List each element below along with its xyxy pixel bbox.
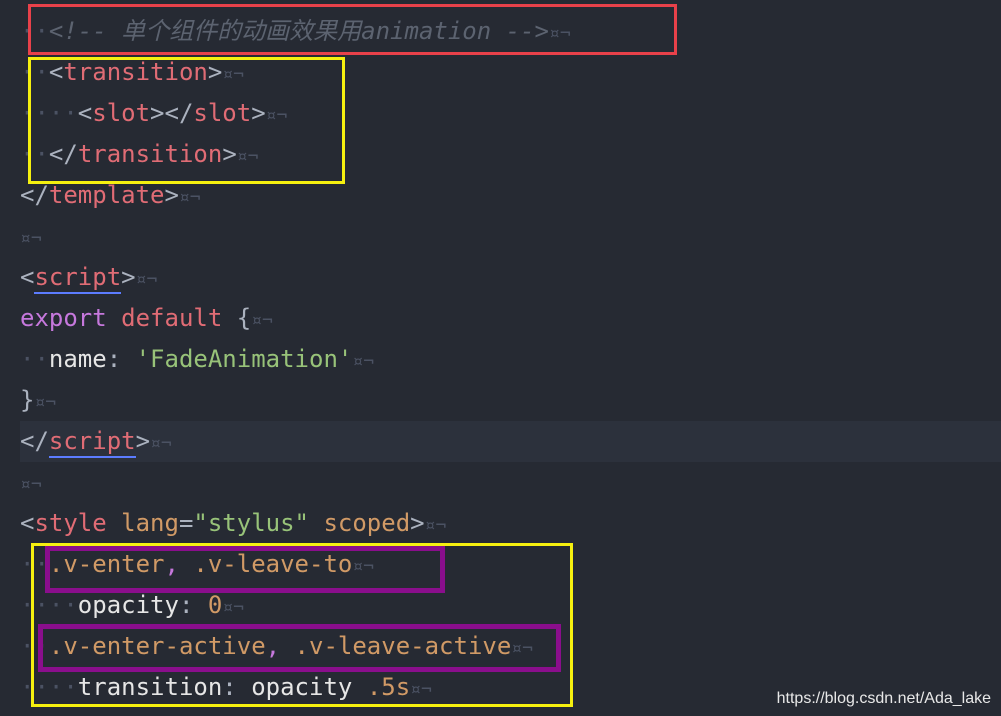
attribute-scoped: scoped — [323, 509, 411, 537]
tag-bracket: < — [20, 263, 35, 291]
attribute-name: lang — [121, 509, 179, 537]
watermark-text: https://blog.csdn.net/Ada_lake — [776, 690, 991, 707]
property-key: name — [48, 345, 107, 373]
eol-marker: ¤¬ — [251, 310, 273, 331]
tag-bracket: </ — [20, 427, 49, 455]
eol-marker: ¤¬ — [150, 433, 172, 454]
eol-marker: ¤¬ — [178, 187, 201, 208]
code-line-script-close[interactable]: </script>¤¬ — [20, 421, 172, 462]
attribute-value: "stylus" — [193, 509, 309, 537]
annotation-box-purple-enter — [45, 546, 445, 593]
tag-bracket: > — [164, 181, 179, 209]
tag-bracket: > — [410, 509, 425, 537]
attribute-equals: = — [178, 509, 194, 537]
tag-name: script — [48, 427, 136, 458]
annotation-box-yellow-template — [28, 57, 345, 184]
tag-bracket: </ — [20, 181, 49, 209]
tag-name: script — [34, 263, 122, 294]
tag-bracket: > — [135, 427, 151, 455]
code-line-brace-close[interactable]: }¤¬ — [20, 380, 56, 421]
code-editor[interactable]: ··<!-- 单个组件的动画效果用animation -->¤¬ ··<tran… — [0, 0, 1001, 716]
tag-name: style — [34, 509, 107, 537]
string-value: 'FadeAnimation' — [135, 345, 353, 373]
colon: : — [106, 345, 122, 373]
tag-bracket: < — [20, 509, 35, 537]
code-line-empty[interactable]: ¤¬ — [20, 216, 42, 257]
code-line-name-property[interactable]: ··name: 'FadeAnimation'¤¬ — [20, 339, 374, 380]
brace-close: } — [20, 386, 35, 414]
eol-marker: ¤¬ — [135, 269, 158, 290]
eol-marker: ¤¬ — [352, 351, 375, 372]
code-line-style-open[interactable]: <style lang="stylus" scoped>¤¬ — [20, 503, 446, 544]
brace-open: { — [236, 304, 252, 332]
tag-bracket: > — [121, 263, 136, 291]
code-line-export-default[interactable]: export default {¤¬ — [20, 298, 273, 339]
eol-marker: ¤¬ — [34, 392, 57, 413]
eol-marker: ¤¬ — [20, 474, 42, 495]
tag-name: template — [48, 181, 165, 209]
annotation-box-red — [28, 4, 677, 55]
keyword-default: default — [121, 304, 223, 332]
eol-marker: ¤¬ — [20, 228, 42, 249]
code-line-script-open[interactable]: <script>¤¬ — [20, 257, 157, 298]
code-line-empty[interactable]: ¤¬ — [20, 462, 42, 503]
annotation-box-purple-active — [38, 624, 561, 672]
eol-marker: ¤¬ — [424, 515, 447, 536]
keyword-export: export — [20, 304, 107, 332]
indent-guide: ·· — [20, 345, 49, 373]
